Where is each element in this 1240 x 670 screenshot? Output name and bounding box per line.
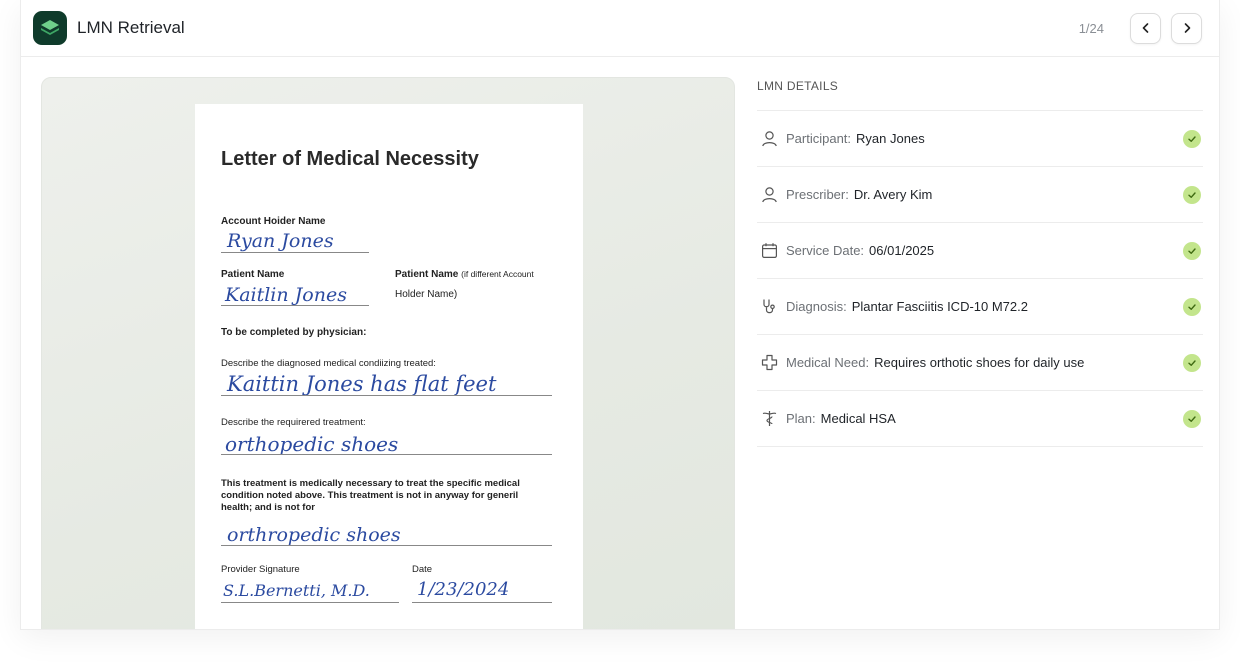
necessity-statement: This treatment is medically necessary to… bbox=[221, 478, 520, 513]
account-holder-label: Account Hoider Name bbox=[221, 216, 326, 227]
detail-row-service-date[interactable]: Service Date: 06/01/2025 bbox=[757, 223, 1203, 279]
detail-label: Plan: bbox=[786, 411, 816, 426]
person-icon bbox=[760, 186, 778, 204]
account-holder-value: Ryan Jones bbox=[227, 230, 334, 252]
document-viewer[interactable]: Letter of Medical Necessity Account Hoid… bbox=[41, 77, 735, 629]
check-icon bbox=[1183, 297, 1201, 316]
detail-value: Plantar Fasciitis ICD-10 M72.2 bbox=[851, 299, 1028, 314]
detail-label: Diagnosis: bbox=[786, 299, 847, 314]
patient-name-label: Patient Name bbox=[221, 269, 285, 280]
medical-cross-icon bbox=[760, 354, 778, 372]
date-label: Date bbox=[412, 564, 433, 575]
detail-row-plan[interactable]: Plan: Medical HSA bbox=[757, 391, 1203, 447]
chevron-left-icon bbox=[1142, 23, 1148, 33]
detail-value: 06/01/2025 bbox=[869, 243, 935, 258]
app-title: LMN Retrieval bbox=[77, 18, 185, 37]
check-icon bbox=[1183, 185, 1201, 204]
detail-value: Ryan Jones bbox=[856, 131, 925, 146]
detail-value: Medical HSA bbox=[820, 411, 896, 426]
document-heading: Letter of Medical Necessity bbox=[221, 148, 479, 170]
top-bar: LMN Retrieval 1/24 bbox=[21, 0, 1219, 57]
check-icon bbox=[1183, 241, 1201, 260]
check-icon bbox=[1183, 409, 1201, 428]
app-logo-icon bbox=[33, 11, 67, 45]
detail-row-participant[interactable]: Participant: Ryan Jones bbox=[757, 111, 1203, 167]
signature-date: 1/23/2024 bbox=[417, 579, 510, 600]
details-heading: LMN DETAILS bbox=[757, 57, 1203, 111]
alt-patient-name-label-line2: Holder Name) bbox=[395, 289, 458, 300]
lmn-details-panel: LMN DETAILS Participant: Ryan Jones Pres… bbox=[757, 57, 1203, 447]
calendar-icon bbox=[760, 242, 778, 260]
patient-name-value: Kaitlin Jones bbox=[225, 284, 347, 306]
check-icon bbox=[1183, 353, 1201, 372]
condition-prompt: Describe the diagnosed medical condiizin… bbox=[221, 358, 436, 369]
detail-label: Participant: bbox=[786, 131, 852, 146]
previous-button[interactable] bbox=[1130, 12, 1161, 44]
page-counter: 1/24 bbox=[1078, 20, 1104, 36]
lmn-document-page: Letter of Medical Necessity Account Hoid… bbox=[195, 104, 583, 629]
chevron-right-icon bbox=[1184, 23, 1190, 33]
alt-patient-name-label: Patient Name (if different Account bbox=[395, 269, 534, 280]
condition-value: Kaittin Jones has flat feet bbox=[227, 372, 497, 396]
treatment-prompt: Describe the requirered treatment: bbox=[221, 417, 366, 428]
necessity-value: orthropedic shoes bbox=[227, 524, 401, 546]
detail-label: Medical Need: bbox=[786, 355, 870, 370]
caduceus-icon bbox=[760, 410, 778, 428]
next-button[interactable] bbox=[1171, 12, 1202, 44]
person-icon bbox=[760, 130, 778, 148]
detail-row-medical-need[interactable]: Medical Need: Requires orthotic shoes fo… bbox=[757, 335, 1203, 391]
detail-row-diagnosis[interactable]: Diagnosis: Plantar Fasciitis ICD-10 M72.… bbox=[757, 279, 1203, 335]
detail-label: Prescriber: bbox=[786, 187, 849, 202]
detail-value: Requires orthotic shoes for daily use bbox=[874, 355, 1085, 370]
stethoscope-icon bbox=[760, 298, 778, 316]
detail-value: Dr. Avery Kim bbox=[853, 187, 933, 202]
provider-signature-label: Provider Signature bbox=[221, 564, 300, 575]
detail-row-prescriber[interactable]: Prescriber: Dr. Avery Kim bbox=[757, 167, 1203, 223]
provider-signature: S.L.Bernetti, M.D. bbox=[223, 581, 370, 600]
treatment-value: orthopedic shoes bbox=[225, 432, 399, 456]
physician-section-heading: To be completed by physician: bbox=[221, 327, 367, 338]
app-window: LMN Retrieval 1/24 Letter of Medical Nec… bbox=[20, 0, 1220, 630]
check-icon bbox=[1183, 129, 1201, 148]
detail-label: Service Date: bbox=[786, 243, 865, 258]
